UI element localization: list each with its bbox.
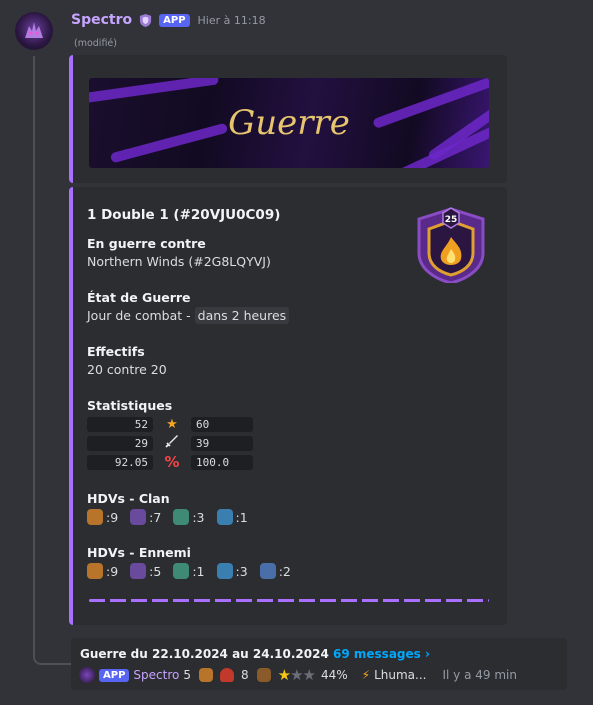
last-user[interactable]: Lhuma...: [374, 668, 426, 682]
town-hall-15-icon: [173, 509, 190, 525]
town-hall-17-icon: [87, 509, 103, 525]
stat-row-attacks: 29 39: [87, 435, 253, 451]
star-empty-icon: ★: [302, 666, 316, 684]
town-hall-16-icon: [130, 563, 147, 579]
war-state-label: État de Guerre: [87, 290, 191, 305]
shield-badge-icon[interactable]: [138, 13, 153, 28]
bot-avatar[interactable]: [15, 12, 53, 50]
stats-label: Statistiques: [87, 398, 173, 413]
thread-preview[interactable]: Guerre du 22.10.2024 au 24.10.2024 69 me…: [71, 638, 567, 690]
hdv-item: :7: [130, 509, 161, 525]
banner-embed: Guerre: [69, 55, 507, 183]
thread-title-line: Guerre du 22.10.2024 au 24.10.2024 69 me…: [80, 647, 430, 661]
banner-title: Guerre: [228, 103, 350, 143]
town-hall-icon: [198, 668, 213, 682]
lightning-icon: ⚡: [361, 668, 371, 682]
hdv-item: :3: [173, 509, 205, 525]
stat-right: 100.0: [191, 454, 253, 470]
war-embed: 1 Double 1 (#20VJU0C09) 25 En guerre con…: [69, 187, 507, 625]
stat-right: 39: [191, 435, 253, 451]
stat-row-stars: 52 ★ 60: [87, 416, 253, 432]
stat-row-destruction: 92.05 % 100.0: [87, 453, 253, 471]
town-hall-13-icon: [259, 563, 276, 579]
town-hall-14-icon: [216, 563, 233, 579]
banner-image[interactable]: Guerre: [89, 78, 489, 168]
dragon-icon: [25, 22, 43, 38]
stat-left: 52: [87, 416, 153, 432]
count-b: 8: [240, 668, 249, 682]
thread-title[interactable]: Guerre du 22.10.2024 au 24.10.2024: [80, 647, 329, 661]
attacker-icon: [256, 668, 271, 682]
hdv-item: :1: [173, 563, 205, 579]
thread-last-message: APP Spectro 5 8 ★★★ 44% ⚡ Lhuma... Il y …: [79, 666, 517, 684]
percent: 44%: [320, 668, 348, 682]
shield-icon: [219, 668, 234, 682]
hdv-clan-list: :9 :7 :3 :1: [87, 509, 256, 525]
username[interactable]: Spectro: [71, 12, 132, 28]
edited-label: (modifié): [74, 38, 117, 49]
clan-level: 25: [445, 215, 458, 225]
war-state-text: Jour de combat -: [87, 308, 191, 323]
hdv-clan-label: HDVs - Clan: [87, 491, 170, 506]
clan-badge-icon[interactable]: 25: [411, 207, 491, 283]
sword-icon: [159, 434, 185, 452]
opponent-value: Northern Winds (#2G8LQYVJ): [87, 254, 271, 269]
hdv-enemy-label: HDVs - Ennemi: [87, 545, 191, 560]
dashed-divider: [89, 599, 489, 602]
hdv-item: :9: [87, 509, 118, 525]
war-state-timer[interactable]: dans 2 heures: [194, 307, 290, 324]
war-state-value: Jour de combat - dans 2 heures: [87, 307, 290, 324]
timestamp[interactable]: Hier à 11:18: [198, 14, 266, 27]
opponent-label: En guerre contre: [87, 236, 206, 251]
hdv-item: :3: [216, 563, 248, 579]
app-tag: APP: [99, 668, 130, 682]
star-empty-icon: ★: [290, 666, 303, 684]
stat-left: 29: [87, 435, 153, 451]
percent-icon: %: [164, 453, 180, 471]
size-label: Effectifs: [87, 344, 145, 359]
hdv-item: :2: [259, 563, 291, 579]
hdv-item: :1: [216, 509, 248, 525]
time-ago: Il y a 49 min: [442, 668, 517, 682]
stat-right: 60: [191, 416, 253, 432]
hdv-enemy-list: :9 :5 :1 :3 :2: [87, 563, 299, 579]
thread-connector: [33, 56, 73, 665]
town-hall-16-icon: [130, 509, 147, 525]
star-filled-icon: ★: [277, 666, 291, 684]
town-hall-15-icon: [173, 563, 190, 579]
message-header: Spectro APP Hier à 11:18: [71, 12, 266, 28]
size-value: 20 contre 20: [87, 362, 167, 377]
stars-rating: ★★★: [277, 666, 316, 684]
count-a: 5: [183, 668, 191, 682]
town-hall-14-icon: [216, 509, 233, 525]
bot-avatar-small: [79, 667, 95, 683]
thread-messages-link[interactable]: 69 messages ›: [333, 647, 430, 661]
hdv-item: :9: [87, 563, 118, 579]
thread-username[interactable]: Spectro: [133, 668, 179, 682]
stat-left: 92.05: [87, 454, 153, 470]
hdv-item: :5: [130, 563, 161, 579]
embed-title: 1 Double 1 (#20VJU0C09): [87, 207, 281, 223]
app-tag: APP: [159, 13, 190, 27]
town-hall-17-icon: [87, 563, 103, 579]
star-icon: ★: [166, 416, 178, 432]
